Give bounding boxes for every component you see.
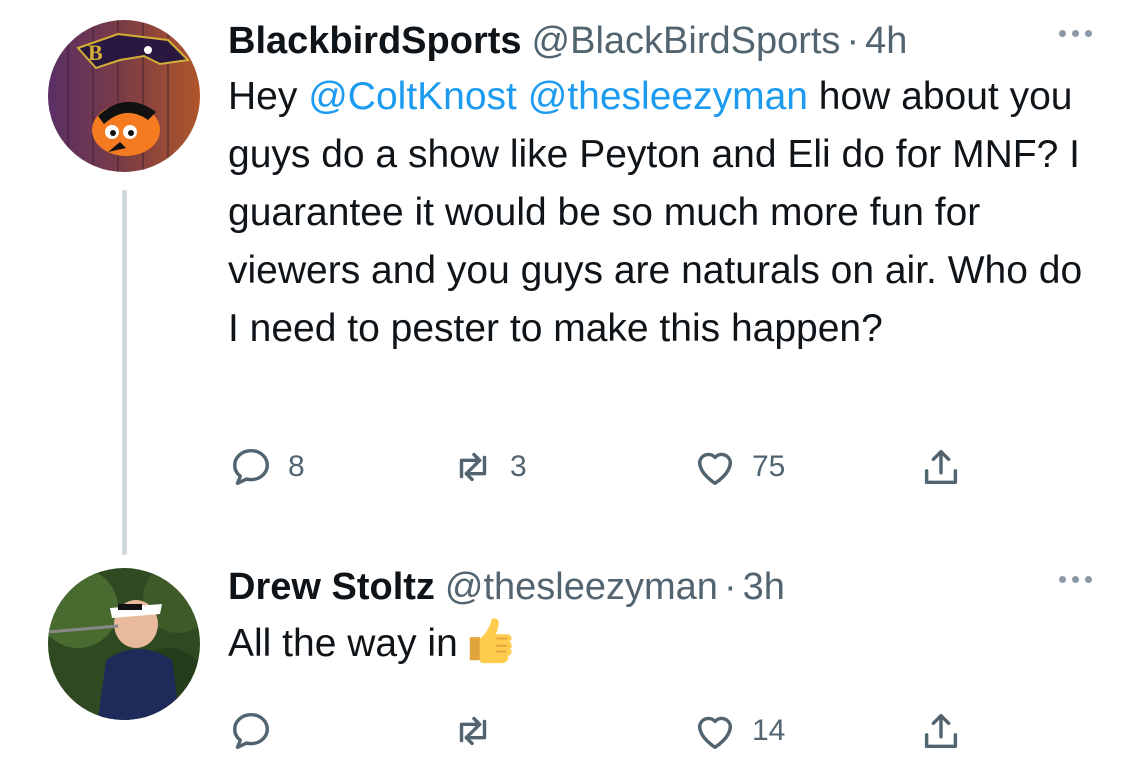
golfer-photo-avatar: [48, 568, 200, 720]
retweet-icon: [459, 452, 487, 482]
heart-icon: [697, 716, 733, 750]
display-name[interactable]: BlackbirdSports: [228, 18, 522, 64]
avatar[interactable]: B: [48, 20, 200, 172]
retweet-button[interactable]: 3: [450, 443, 527, 491]
like-count: 75: [752, 450, 786, 483]
tweet-actions: 8 3 75: [228, 443, 988, 491]
like-button[interactable]: 75: [692, 443, 785, 491]
share-icon: [924, 449, 958, 485]
retweet-icon: [459, 716, 487, 746]
tweet-text-prefix: Hey: [228, 75, 309, 118]
user-handle[interactable]: @thesleezyman: [445, 564, 718, 610]
share-icon: [924, 713, 958, 749]
tweet-text: Hey @ColtKnost @thesleezyman how about y…: [228, 68, 1100, 358]
heart-icon: [697, 452, 733, 486]
tweet-header: BlackbirdSports @BlackBirdSports · 4h: [228, 18, 1100, 64]
timestamp[interactable]: 3h: [743, 564, 785, 610]
like-button[interactable]: 14: [692, 707, 785, 755]
svg-text:B: B: [88, 40, 103, 65]
tweet-text-main: All the way in: [228, 622, 458, 665]
more-options-icon[interactable]: [1050, 564, 1100, 594]
retweet-button[interactable]: [450, 707, 510, 755]
separator-dot: ·: [846, 20, 860, 62]
share-button[interactable]: [918, 443, 964, 491]
tweet-blackbirdsports[interactable]: B BlackbirdSports @BlackBirdSports · 4h …: [0, 0, 1140, 560]
ravens-orioles-logo-avatar: B: [48, 20, 200, 172]
retweet-count: 3: [510, 450, 527, 483]
tweet-header: Drew Stoltz @thesleezyman · 3h: [228, 564, 1100, 610]
user-handle[interactable]: @BlackBirdSports: [532, 18, 841, 64]
like-count: 14: [752, 714, 786, 747]
reply-button[interactable]: [228, 707, 288, 755]
mention-coltknost[interactable]: @ColtKnost: [308, 75, 517, 118]
more-options-icon[interactable]: [1050, 18, 1100, 48]
thumbs-up-emoji: [469, 618, 512, 664]
share-button[interactable]: [918, 707, 964, 755]
reply-icon: [232, 712, 270, 750]
tweet-actions: 14: [228, 707, 988, 755]
mention-thesleezyman[interactable]: @thesleezyman: [528, 75, 808, 118]
reply-button[interactable]: 8: [228, 443, 305, 491]
tweet-drewstoltz[interactable]: Drew Stoltz @thesleezyman · 3h All the w…: [0, 560, 1140, 780]
reply-count: 8: [288, 450, 305, 483]
tweet-text: All the way in: [228, 614, 1100, 673]
timestamp[interactable]: 4h: [865, 18, 907, 64]
avatar[interactable]: [48, 568, 200, 720]
thread-connector-line: [122, 190, 127, 555]
display-name[interactable]: Drew Stoltz: [228, 564, 435, 610]
tweet-text-space: [517, 75, 528, 118]
reply-icon: [232, 448, 270, 486]
separator-dot: ·: [723, 566, 737, 608]
